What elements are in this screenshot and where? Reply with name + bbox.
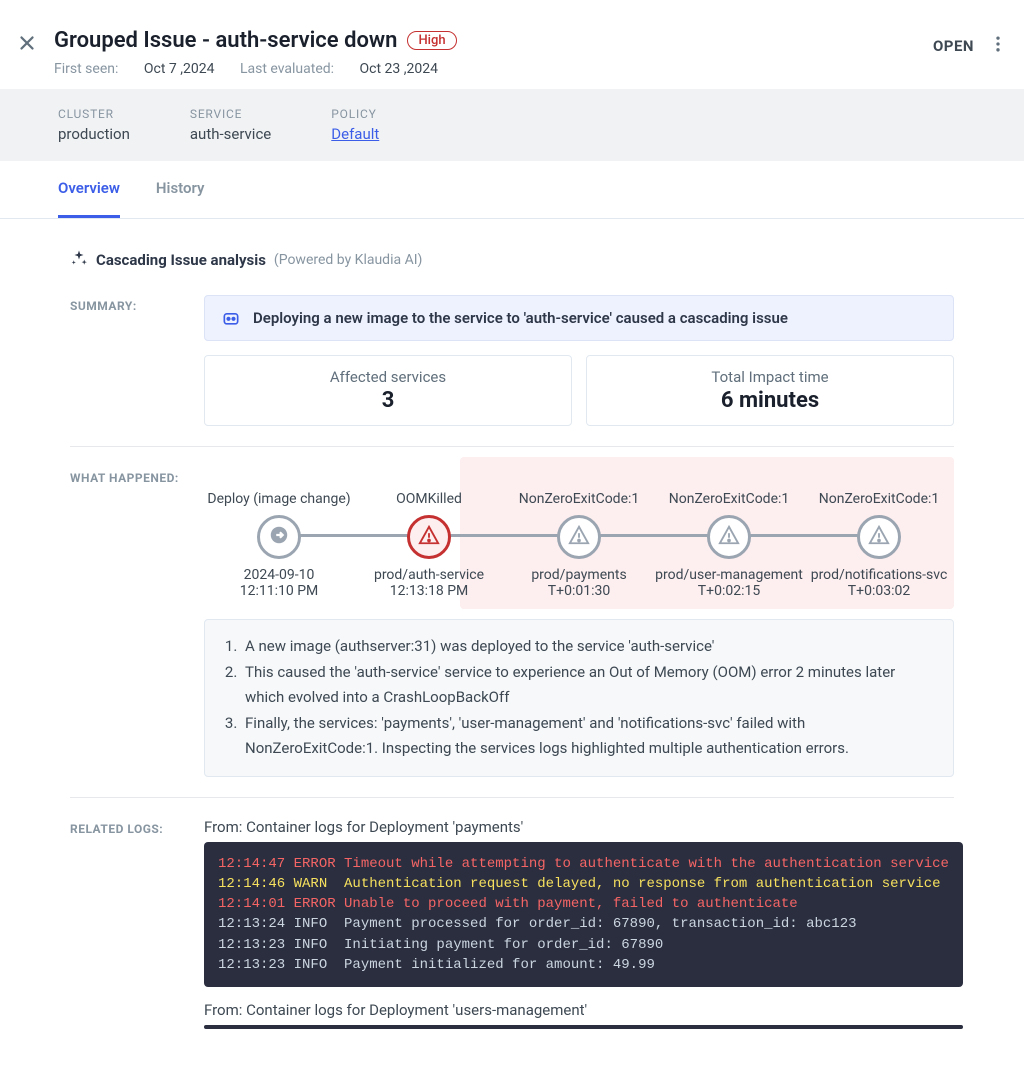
what-happened-label: WHAT HAPPENED:	[70, 467, 180, 777]
affected-services-label: Affected services	[217, 368, 559, 386]
explain-item: Finally, the services: 'payments', 'user…	[241, 711, 935, 762]
log-line: 12:14:01 ERROR Unable to proceed with pa…	[218, 894, 949, 914]
analysis-powered-by: (Powered by Klaudia AI)	[274, 252, 422, 268]
warning-icon	[568, 524, 590, 550]
explain-item: This caused the 'auth-service' service t…	[241, 660, 935, 711]
timeline-node-oomkilled: OOMKilled prod/auth-service 12:13:18 PM	[354, 491, 504, 599]
affected-services-value: 3	[217, 388, 559, 413]
first-seen-label: First seen:	[54, 61, 118, 77]
log-line: 12:14:47 ERROR Timeout while attempting …	[218, 854, 949, 874]
severity-badge: High	[407, 31, 456, 50]
timeline-node-payments: NonZeroExitCode:1 prod/payments T+0:01:3…	[504, 491, 654, 599]
related-logs-label: RELATED LOGS:	[70, 818, 180, 1044]
page-title: Grouped Issue - auth-service down	[54, 28, 397, 53]
impact-time-value: 6 minutes	[599, 388, 941, 413]
bot-icon	[221, 308, 241, 328]
policy-link[interactable]: Default	[331, 125, 379, 143]
log-line: 12:13:23 INFO Payment initialized for am…	[218, 955, 949, 975]
timeline-node-deploy: Deploy (image change) 2024-09-10 12:11:1…	[204, 491, 354, 599]
log-line: 12:13:24 INFO Payment processed for orde…	[218, 914, 949, 934]
tab-history[interactable]: History	[156, 161, 205, 218]
status-button[interactable]: OPEN	[933, 37, 974, 55]
summary-section-label: SUMMARY:	[70, 295, 180, 426]
last-evaluated-value: Oct 23 ,2024	[360, 61, 438, 77]
analysis-title: Cascading Issue analysis	[96, 251, 266, 269]
affected-services-card: Affected services 3	[204, 355, 572, 426]
warning-icon	[418, 524, 440, 550]
first-seen-value: Oct 7 ,2024	[144, 61, 215, 77]
explain-item: A new image (authserver:31) was deployed…	[241, 634, 935, 660]
impact-time-label: Total Impact time	[599, 368, 941, 386]
impact-time-card: Total Impact time 6 minutes	[586, 355, 954, 426]
arrow-right-icon	[268, 524, 290, 550]
timeline-node-user-management: NonZeroExitCode:1 prod/user-management T…	[654, 491, 804, 599]
log-from-label: From: Container logs for Deployment 'use…	[204, 1001, 963, 1019]
log-box: 12:14:47 ERROR Timeout while attempting …	[204, 842, 963, 988]
cluster-label: CLUSTER	[58, 107, 130, 121]
policy-label: POLICY	[331, 107, 379, 121]
sparkle-icon	[70, 249, 88, 271]
log-line: 12:14:46 WARN Authentication request del…	[218, 874, 949, 894]
service-value: auth-service	[190, 125, 271, 143]
warning-icon	[718, 524, 740, 550]
explanation-box: A new image (authserver:31) was deployed…	[204, 619, 954, 777]
kebab-menu-icon[interactable]	[988, 34, 1008, 58]
timeline-node-notifications: NonZeroExitCode:1 prod/notifications-svc…	[804, 491, 954, 599]
cluster-value: production	[58, 125, 130, 143]
log-line: 12:13:23 INFO Initiating payment for ord…	[218, 935, 949, 955]
last-evaluated-label: Last evaluated:	[240, 61, 334, 77]
log-from-label: From: Container logs for Deployment 'pay…	[204, 818, 963, 836]
close-icon[interactable]	[16, 32, 38, 58]
log-box	[204, 1025, 963, 1029]
tab-overview[interactable]: Overview	[58, 161, 120, 218]
summary-banner-text: Deploying a new image to the service to …	[253, 309, 788, 327]
warning-icon	[868, 524, 890, 550]
service-label: SERVICE	[190, 107, 271, 121]
